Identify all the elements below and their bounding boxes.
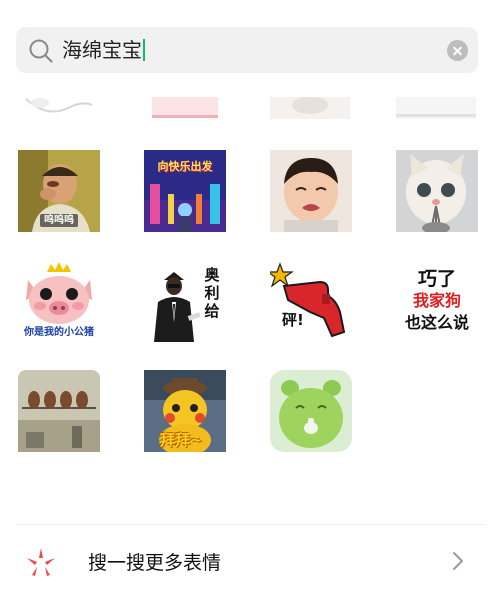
sticker-caption: 奥利给 bbox=[204, 266, 220, 320]
more-stickers-label: 搜一搜更多表情 bbox=[88, 552, 222, 574]
search-more-stickers-row[interactable]: 搜一搜更多表情 bbox=[0, 525, 500, 594]
sticker-caption: 砰! bbox=[282, 311, 304, 329]
sad-birds-image bbox=[18, 370, 100, 452]
search-query: 海绵宝宝 bbox=[62, 38, 142, 62]
text-caret bbox=[143, 39, 145, 61]
chevron-right-icon bbox=[453, 552, 463, 570]
sticker-green-bear[interactable] bbox=[270, 370, 352, 452]
partial-sticker-row bbox=[0, 97, 500, 119]
sticker-dog-text[interactable]: 巧了 我家狗 也这么说 bbox=[396, 260, 478, 342]
sticker-partial-1[interactable] bbox=[18, 97, 98, 119]
search-bar[interactable]: 海绵宝宝 bbox=[16, 27, 478, 73]
shocked-cat-image bbox=[396, 150, 478, 232]
sticker-partial-2[interactable] bbox=[152, 97, 218, 119]
dog-text-block: 巧了 我家狗 也这么说 bbox=[396, 268, 478, 334]
green-bear-image bbox=[270, 370, 352, 452]
sparkle-icon bbox=[27, 548, 55, 576]
sticker-caption: 你是我的小公猪 bbox=[24, 327, 94, 338]
dog-line-3: 也这么说 bbox=[404, 313, 469, 332]
sticker-crying-man[interactable]: 呜呜呜 bbox=[18, 150, 100, 232]
sticker-caption: 呜呜呜 bbox=[18, 211, 100, 227]
search-icon bbox=[29, 39, 53, 63]
sticker-pikachu-detective[interactable]: 拜拜~ bbox=[144, 370, 226, 452]
clear-icon[interactable] bbox=[447, 40, 468, 61]
dog-line-2: 我家狗 bbox=[412, 291, 461, 310]
poster-title: 向快乐出发 bbox=[157, 160, 213, 173]
sticker-concert-poster[interactable]: 向快乐出发 bbox=[144, 150, 226, 232]
search-input[interactable]: 海绵宝宝 bbox=[62, 37, 145, 63]
sticker-coffin-dancer[interactable]: 奥利给 bbox=[144, 260, 226, 342]
sticker-caption: 拜拜~ bbox=[160, 431, 203, 449]
sticker-shocked-cat[interactable] bbox=[396, 150, 478, 232]
sticker-cartoon-pig[interactable]: 你是我的小公猪 bbox=[18, 260, 100, 342]
sticker-partial-3[interactable] bbox=[270, 97, 350, 119]
sticker-red-gun[interactable]: 砰! bbox=[270, 260, 352, 342]
sticker-crying-toddler[interactable] bbox=[270, 150, 352, 232]
sticker-sad-birds[interactable] bbox=[18, 370, 100, 452]
dog-line-1: 巧了 bbox=[417, 268, 456, 290]
sticker-partial-4[interactable] bbox=[396, 97, 476, 119]
crying-toddler-image bbox=[270, 150, 352, 232]
